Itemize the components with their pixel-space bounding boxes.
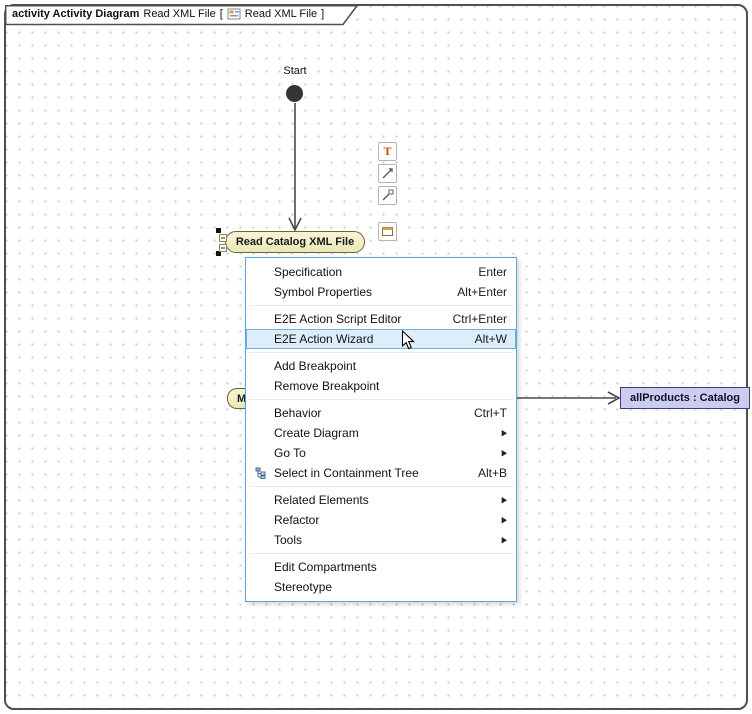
frame-bracket-close: ] — [321, 8, 324, 20]
menu-item-label: Symbol Properties — [274, 285, 372, 299]
context-menu: Specification Enter Symbol Properties Alt+E… — [245, 257, 517, 602]
menu-item-label: Go To — [274, 446, 306, 460]
control-flow-arrow[interactable] — [287, 103, 303, 233]
menu-item-e2e-action-wizard[interactable]: E2E Action Wizard Alt+W — [246, 329, 516, 349]
menu-item-go-to[interactable]: Go To ▶ — [246, 443, 516, 463]
containment-tree-icon — [247, 467, 274, 479]
menu-item-add-breakpoint[interactable]: Add Breakpoint — [246, 356, 516, 376]
menu-item-label: Remove Breakpoint — [274, 379, 379, 393]
submenu-arrow-icon: ▶ — [502, 495, 507, 505]
menu-item-shortcut: Enter — [478, 265, 507, 279]
menu-item-e2e-action-script-editor[interactable]: E2E Action Script Editor Ctrl+Enter — [246, 309, 516, 329]
menu-item-label: Behavior — [274, 406, 321, 420]
menu-item-label: E2E Action Script Editor — [274, 312, 401, 326]
smart-manipulator-toolbar: T — [378, 142, 398, 241]
expand-compartment-icon[interactable] — [219, 234, 227, 242]
menu-item-behavior[interactable]: Behavior Ctrl+T — [246, 403, 516, 423]
menu-item-shortcut: Ctrl+T — [474, 406, 507, 420]
menu-item-shortcut: Ctrl+Enter — [453, 312, 507, 326]
frame-diagram-name: Read XML File — [143, 8, 215, 20]
menu-separator — [246, 302, 516, 309]
mouse-cursor — [401, 330, 416, 351]
menu-item-specification[interactable]: Specification Enter — [246, 262, 516, 282]
action-node-label: Read Catalog XML File — [236, 236, 354, 248]
object-node-label: allProducts : Catalog — [630, 392, 740, 404]
menu-separator — [246, 483, 516, 490]
menu-item-edit-compartments[interactable]: Edit Compartments — [246, 557, 516, 577]
selection-handle[interactable] — [216, 228, 221, 233]
object-node-allproducts[interactable]: allProducts : Catalog — [620, 387, 750, 409]
menu-item-create-diagram[interactable]: Create Diagram ▶ — [246, 423, 516, 443]
menu-item-refactor[interactable]: Refactor ▶ — [246, 510, 516, 530]
start-node-label: Start — [268, 65, 322, 77]
submenu-arrow-icon: ▶ — [502, 428, 507, 438]
attach-line-icon[interactable] — [378, 164, 397, 183]
menu-item-shortcut: Alt+W — [475, 332, 507, 346]
menu-item-label: Select in Containment Tree — [274, 466, 419, 480]
menu-item-label: Create Diagram — [274, 426, 359, 440]
frame-inner-name: Read XML File — [245, 8, 317, 20]
frame-kind-label: activity Activity Diagram — [12, 8, 139, 20]
menu-item-shortcut: Alt+B — [478, 466, 507, 480]
submenu-arrow-icon: ▶ — [502, 515, 507, 525]
diagram-icon — [227, 8, 241, 20]
initial-node[interactable] — [286, 85, 303, 102]
menu-separator — [246, 550, 516, 557]
action-node-read-catalog[interactable]: Read Catalog XML File — [225, 231, 365, 253]
menu-item-shortcut: Alt+Enter — [457, 285, 507, 299]
frame-bracket-open: [ — [220, 8, 223, 20]
menu-item-label: Tools — [274, 533, 302, 547]
menu-item-label: Refactor — [274, 513, 319, 527]
diagram-frame-header: activity Activity Diagram Read XML File … — [5, 5, 359, 26]
menu-item-tools[interactable]: Tools ▶ — [246, 530, 516, 550]
expand-compartment-icon[interactable] — [219, 244, 227, 252]
new-window-icon[interactable] — [378, 222, 397, 241]
menu-item-remove-breakpoint[interactable]: Remove Breakpoint — [246, 376, 516, 396]
menu-separator — [246, 349, 516, 356]
menu-item-label: Edit Compartments — [274, 560, 377, 574]
object-flow-arrow[interactable] — [505, 390, 623, 406]
submenu-arrow-icon: ▶ — [502, 535, 507, 545]
menu-item-label: Add Breakpoint — [274, 359, 356, 373]
menu-item-label: Stereotype — [274, 580, 332, 594]
menu-item-related-elements[interactable]: Related Elements ▶ — [246, 490, 516, 510]
activity-diagram-editor: activity Activity Diagram Read XML File … — [0, 0, 752, 714]
menu-item-label: E2E Action Wizard — [274, 332, 373, 346]
attach-pin-icon[interactable] — [378, 186, 397, 205]
menu-item-label: Related Elements — [274, 493, 369, 507]
submenu-arrow-icon: ▶ — [502, 448, 507, 458]
text-tool-icon[interactable]: T — [378, 142, 397, 161]
menu-item-symbol-properties[interactable]: Symbol Properties Alt+Enter — [246, 282, 516, 302]
menu-item-stereotype[interactable]: Stereotype — [246, 577, 516, 597]
menu-item-select-in-containment-tree[interactable]: Select in Containment Tree Alt+B — [246, 463, 516, 483]
menu-separator — [246, 396, 516, 403]
menu-item-label: Specification — [274, 265, 342, 279]
